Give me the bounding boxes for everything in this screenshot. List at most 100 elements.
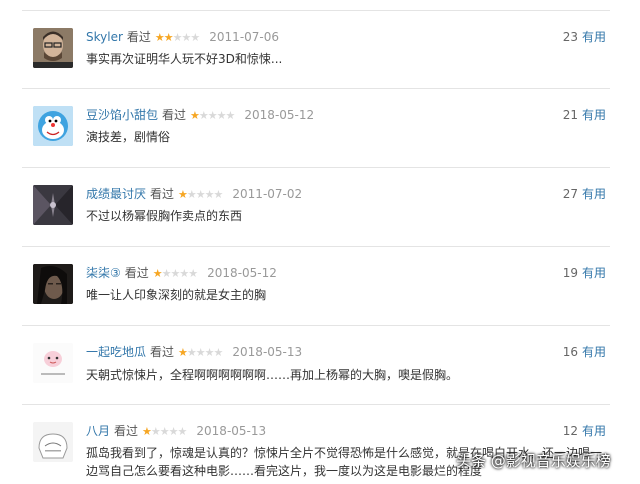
useful-vote: 12 有用 (563, 423, 606, 439)
useful-vote: 19 有用 (563, 265, 606, 281)
comment-date: 2018-05-12 (207, 266, 277, 280)
avatar-image (33, 28, 73, 68)
divider (22, 404, 610, 405)
useful-vote: 27 有用 (563, 186, 606, 202)
comment-date: 2018-05-12 (244, 108, 315, 122)
useful-button[interactable]: 有用 (582, 424, 606, 438)
watched-label: 看过 (150, 187, 175, 201)
useful-vote: 16 有用 (563, 344, 606, 360)
star-empty-icon: ★ (195, 346, 206, 359)
comment-meta: 一起吃地瓜 看过 ★★★★★ 2018-05-13 (86, 344, 302, 361)
avatar-image (33, 106, 73, 146)
vote-count: 19 (562, 266, 578, 280)
star-empty-icon: ★ (168, 425, 179, 438)
avatar[interactable] (33, 28, 73, 68)
useful-button[interactable]: 有用 (582, 30, 606, 44)
star-empty-icon: ★ (225, 109, 236, 122)
star-filled-icon: ★ (154, 31, 165, 44)
vote-count: 12 (562, 424, 578, 438)
star-filled-icon: ★ (163, 31, 174, 44)
username-link[interactable]: 柒柒③ (86, 266, 121, 280)
star-empty-icon: ★ (216, 109, 227, 122)
star-empty-icon: ★ (172, 31, 183, 44)
useful-button[interactable]: 有用 (582, 266, 606, 280)
rating-stars: ★★★★★ (142, 424, 188, 440)
vote-count: 27 (562, 187, 578, 201)
star-filled-icon: ★ (190, 109, 200, 122)
star-empty-icon: ★ (179, 267, 189, 280)
star-filled-icon: ★ (178, 346, 188, 359)
useful-vote: 21 有用 (563, 107, 606, 123)
username-link[interactable]: 豆沙馅小甜包 (86, 108, 158, 122)
useful-button[interactable]: 有用 (582, 345, 606, 359)
watched-label: 看过 (162, 108, 187, 122)
username-link[interactable]: 一起吃地瓜 (86, 345, 146, 359)
comment-text: 天朝式惊悚片，全程啊啊啊啊啊啊……再加上杨幂的大胸，噢是假胸。 (86, 368, 459, 382)
comment-list: Skyler 看过 ★★★★★ 2011-07-06 23 有用 事实再次证明华人玩不好… (0, 0, 640, 484)
useful-button[interactable]: 有用 (582, 187, 606, 201)
avatar[interactable] (33, 422, 73, 462)
useful-button[interactable]: 有用 (582, 108, 606, 122)
star-empty-icon: ★ (204, 346, 215, 359)
comment-meta: 八月 看过 ★★★★★ 2018-05-13 (86, 423, 266, 440)
star-empty-icon: ★ (186, 346, 197, 359)
avatar-image (33, 422, 73, 462)
star-empty-icon: ★ (213, 188, 224, 201)
username-link[interactable]: Skyler (86, 30, 123, 44)
star-empty-icon: ★ (204, 188, 215, 201)
comment-meta: 成绩最讨厌 看过 ★★★★★ 2011-07-02 (86, 186, 302, 203)
comment-text: 事实再次证明华人玩不好3D和惊悚... (86, 52, 283, 66)
comment-date: 2018-05-13 (196, 424, 267, 438)
watched-label: 看过 (114, 424, 139, 438)
rating-stars: ★★★★★ (154, 30, 200, 46)
avatar[interactable] (33, 106, 73, 146)
watched-label: 看过 (126, 30, 151, 44)
divider (22, 246, 610, 247)
watched-label: 看过 (150, 345, 175, 359)
comment-meta: 豆沙馅小甜包 看过 ★★★★★ 2018-05-12 (86, 107, 314, 124)
comment-text: 不过以杨幂假胸作卖点的东西 (86, 209, 243, 223)
rating-stars: ★★★★★ (178, 187, 224, 203)
star-empty-icon: ★ (188, 267, 198, 280)
divider (22, 88, 610, 89)
star-empty-icon: ★ (161, 267, 172, 280)
star-empty-icon: ★ (177, 425, 188, 438)
avatar-image (33, 343, 73, 383)
watermark: 头条 @影视音乐娱乐榜 (456, 450, 636, 476)
rating-stars: ★★★★★ (190, 108, 236, 124)
star-empty-icon: ★ (198, 109, 209, 122)
star-empty-icon: ★ (159, 425, 170, 438)
divider (22, 10, 610, 11)
star-empty-icon: ★ (150, 425, 161, 438)
comment-meta: Skyler 看过 ★★★★★ 2011-07-06 (86, 29, 279, 46)
divider (22, 325, 610, 326)
useful-vote: 23 有用 (563, 29, 606, 45)
comment-date: 2011-07-02 (232, 187, 303, 201)
watermark-text: 头条 @影视音乐娱乐榜 (456, 452, 611, 470)
avatar[interactable] (33, 185, 73, 225)
vote-count: 16 (562, 345, 578, 359)
comment-text: 唯一让人印象深刻的就是女主的胸 (86, 288, 267, 302)
vote-count: 21 (562, 108, 578, 122)
comment-date: 2011-07-06 (209, 30, 280, 44)
star-filled-icon: ★ (142, 425, 152, 438)
avatar[interactable] (33, 264, 73, 304)
star-empty-icon: ★ (195, 188, 206, 201)
star-filled-icon: ★ (152, 267, 163, 280)
comment-text: 演技差，剧情俗 (86, 130, 171, 144)
star-empty-icon: ★ (207, 109, 218, 122)
username-link[interactable]: 成绩最讨厌 (86, 187, 146, 201)
star-empty-icon: ★ (213, 346, 224, 359)
avatar[interactable] (33, 343, 73, 383)
watched-label: 看过 (124, 266, 149, 280)
vote-count: 23 (562, 30, 578, 44)
avatar-image (33, 185, 73, 225)
star-filled-icon: ★ (178, 188, 188, 201)
username-link[interactable]: 八月 (86, 424, 110, 438)
rating-stars: ★★★★★ (152, 266, 198, 282)
comment-meta: 柒柒③ 看过 ★★★★★ 2018-05-12 (86, 265, 277, 282)
star-empty-icon: ★ (190, 31, 200, 44)
rating-stars: ★★★★★ (178, 345, 224, 361)
star-empty-icon: ★ (186, 188, 197, 201)
comment-date: 2018-05-13 (232, 345, 303, 359)
